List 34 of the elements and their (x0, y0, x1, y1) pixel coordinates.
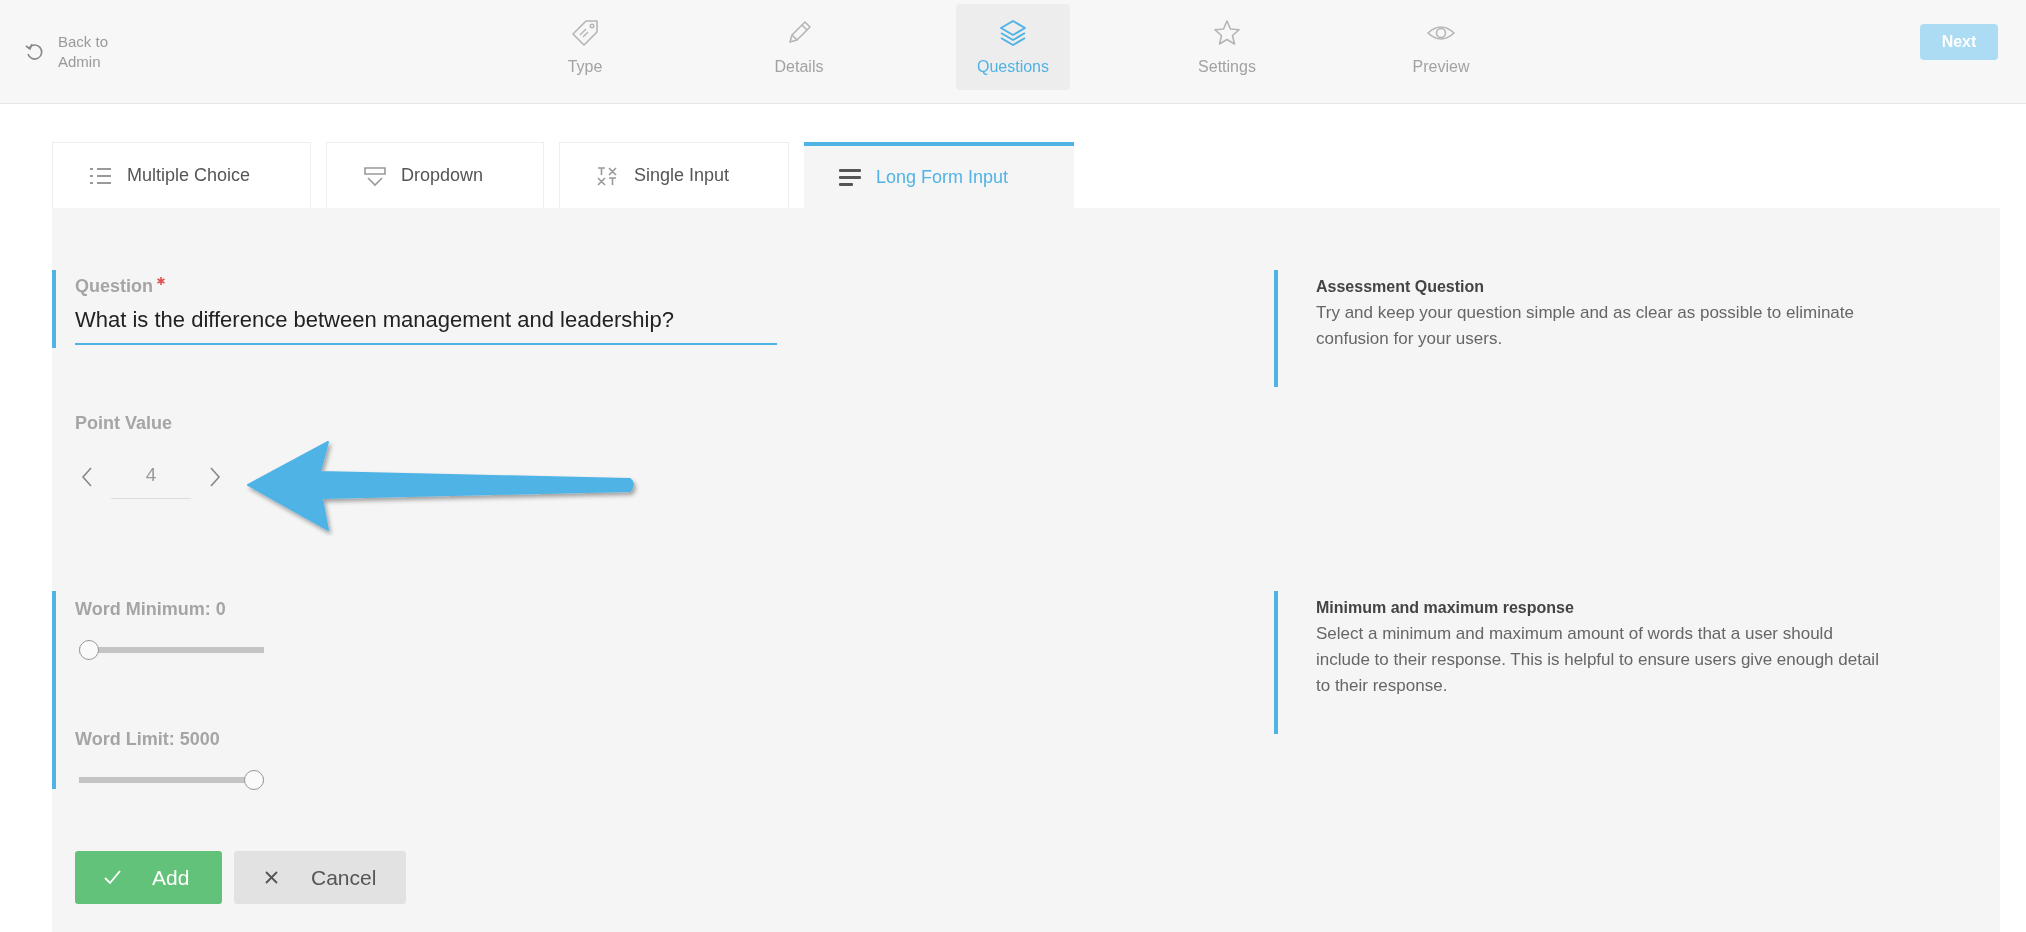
question-type-tab[interactable]: Dropdown (326, 142, 544, 208)
text-format-icon (596, 164, 620, 187)
slider-thumb[interactable] (244, 770, 264, 790)
dropdown-icon (363, 164, 387, 187)
step-tab[interactable]: Type (528, 4, 642, 90)
point-value-input[interactable]: 4 (111, 454, 191, 499)
tag-icon (570, 18, 600, 48)
slider-thumb[interactable] (79, 640, 99, 660)
check-icon (103, 868, 122, 887)
question-input[interactable]: What is the difference between management and leadership? (75, 297, 777, 345)
step-tab[interactable]: Settings (1170, 4, 1284, 90)
lines-icon (838, 166, 862, 188)
hint-text: Try and keep your question simple and as clear as possible to eliminate confusion for your users. (1316, 302, 1855, 350)
field-label: Word Limit: 5000 (75, 729, 221, 750)
layers-icon (998, 18, 1028, 48)
field-label: Point Value (75, 413, 174, 434)
step-tab[interactable]: Details (742, 4, 856, 90)
question-type-tab[interactable]: Multiple Choice (52, 142, 311, 208)
field-label: Question (75, 276, 153, 297)
chevron-left-icon (81, 465, 93, 488)
field-label: Word Minimum: 0 (75, 599, 227, 620)
step-tab[interactable]: Preview (1384, 4, 1498, 90)
hint-title: Minimum and maximum response (1316, 599, 1575, 617)
question-type-tab[interactable]: Single Input (559, 142, 789, 208)
hint-text: Select a minimum and maximum amount of words that a user should include to their response. This is helpful to ensure users give enough detail to their response. (1316, 623, 1880, 697)
star-icon (1212, 18, 1242, 48)
step-tab[interactable]: Questions (956, 4, 1070, 90)
cancel-button[interactable]: Cancel (234, 851, 406, 904)
hint-title: Assessment Question (1316, 278, 1486, 296)
question-type-tab[interactable]: Long Form Input (804, 142, 1074, 208)
add-button[interactable]: Add (75, 851, 222, 904)
back-link[interactable]: Back to Admin (0, 32, 478, 72)
chevron-right-icon (209, 465, 221, 488)
undo-icon (24, 42, 44, 62)
